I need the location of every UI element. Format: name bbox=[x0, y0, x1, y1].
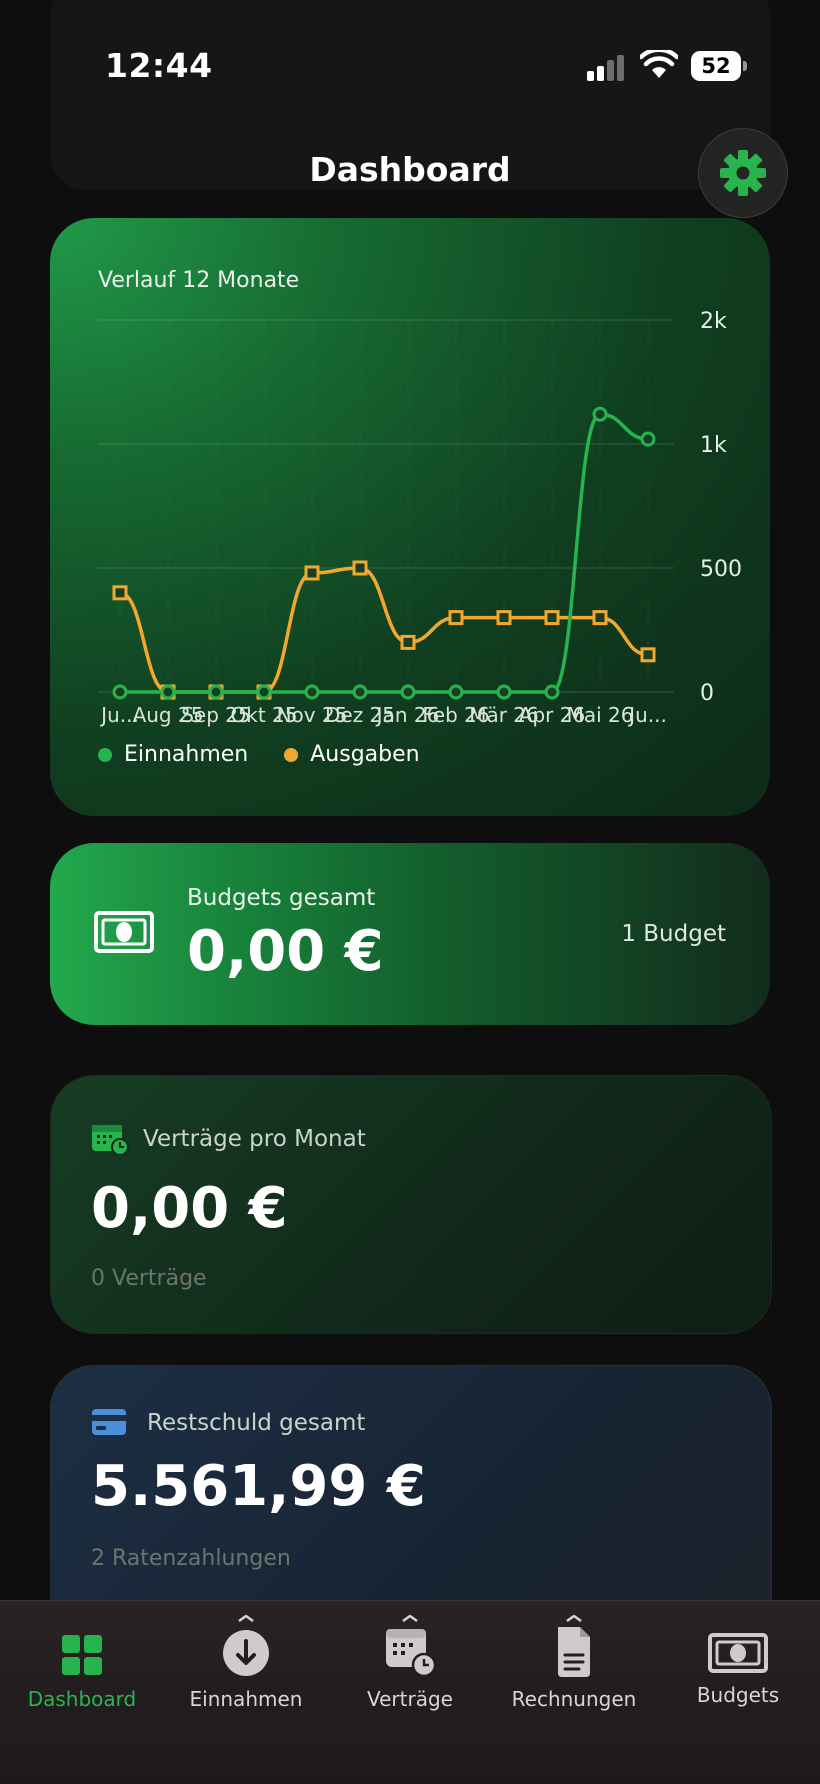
data-point-einnahmen bbox=[112, 684, 128, 700]
status-bar: 12:44 52 bbox=[0, 0, 820, 130]
tab-dashboard[interactable]: Dashboard bbox=[0, 1615, 164, 1711]
data-point-ausgaben bbox=[496, 610, 512, 626]
status-time: 12:44 bbox=[105, 46, 213, 85]
invoice-icon bbox=[558, 1615, 590, 1677]
data-point-ausgaben bbox=[640, 647, 656, 663]
legend-item-expense: Ausgaben bbox=[284, 742, 420, 767]
cellular-signal-icon bbox=[587, 55, 624, 81]
page-title: Dashboard bbox=[309, 150, 511, 189]
debt-value: 5.561,99 € bbox=[91, 1454, 426, 1519]
debt-label: Restschuld gesamt bbox=[147, 1410, 366, 1436]
legend-label-income: Einnahmen bbox=[124, 742, 249, 767]
data-point-einnahmen bbox=[400, 684, 416, 700]
contracts-value: 0,00 € bbox=[91, 1176, 288, 1241]
chart-card: Verlauf 12 Monate 0 500 1k 2k Ju... Aug 25 Sep… bbox=[50, 218, 770, 816]
tab-label-vertraege: Verträge bbox=[367, 1687, 453, 1711]
tab-rechnungen[interactable]: Rechnungen bbox=[492, 1615, 656, 1711]
data-point-einnahmen bbox=[256, 684, 272, 700]
budget-summary-card[interactable]: Budgets gesamt 0,00 € 1 Budget bbox=[50, 843, 770, 1025]
data-point-ausgaben bbox=[592, 610, 608, 626]
budget-count: 1 Budget bbox=[621, 921, 726, 947]
contracts-count: 0 Verträge bbox=[91, 1266, 207, 1291]
tab-label-dashboard: Dashboard bbox=[27, 1687, 137, 1711]
y-tick-label: 1k bbox=[700, 433, 727, 458]
battery-icon: 52 bbox=[691, 51, 747, 81]
y-tick-label: 0 bbox=[700, 681, 714, 706]
series-line-einnahmen bbox=[120, 412, 649, 694]
legend-label-expense: Ausgaben bbox=[310, 742, 420, 767]
x-tick-label: Mai 26 bbox=[567, 703, 634, 727]
history-line-chart: 05001k2kJu...Aug 25Sep 25Okt 25Nov 25Dez… bbox=[98, 309, 742, 727]
data-point-einnahmen bbox=[208, 684, 224, 700]
contracts-summary-card[interactable]: Verträge pro Monat 0,00 € 0 Verträge bbox=[50, 1075, 772, 1334]
data-point-einnahmen bbox=[160, 684, 176, 700]
tab-vertraege[interactable]: Verträge bbox=[328, 1615, 492, 1711]
data-point-einnahmen bbox=[448, 684, 464, 700]
income-icon bbox=[223, 1615, 269, 1676]
bottom-tab-bar: Dashboard Einnahmen Verträge Rechnungen … bbox=[0, 1600, 820, 1784]
data-point-ausgaben bbox=[448, 610, 464, 626]
tab-label-einnahmen: Einnahmen bbox=[189, 1687, 303, 1711]
data-point-ausgaben bbox=[544, 610, 560, 626]
battery-level: 52 bbox=[701, 54, 731, 78]
data-point-ausgaben bbox=[112, 585, 128, 601]
credit-card-icon bbox=[92, 1409, 126, 1435]
y-tick-label: 2k bbox=[700, 309, 727, 334]
data-point-einnahmen bbox=[496, 684, 512, 700]
wifi-icon bbox=[640, 50, 678, 78]
tab-einnahmen[interactable]: Einnahmen bbox=[164, 1615, 328, 1711]
data-point-einnahmen bbox=[304, 684, 320, 700]
debt-installments: 2 Ratenzahlungen bbox=[91, 1546, 291, 1571]
banknote-icon bbox=[94, 911, 154, 953]
contracts-calendar-icon bbox=[386, 1615, 437, 1678]
gear-icon bbox=[720, 150, 766, 196]
data-point-einnahmen bbox=[640, 431, 656, 447]
data-point-ausgaben bbox=[304, 565, 320, 581]
contracts-calendar-icon bbox=[92, 1125, 129, 1155]
tab-label-rechnungen: Rechnungen bbox=[511, 1687, 637, 1711]
data-point-einnahmen bbox=[352, 684, 368, 700]
x-tick-label: Ju... bbox=[627, 703, 667, 727]
tab-label-budgets: Budgets bbox=[696, 1683, 780, 1707]
settings-button[interactable] bbox=[698, 128, 788, 218]
contracts-label: Verträge pro Monat bbox=[143, 1126, 366, 1152]
grid-icon bbox=[62, 1635, 102, 1675]
y-tick-label: 500 bbox=[700, 557, 742, 582]
tab-budgets[interactable]: Budgets bbox=[656, 1615, 820, 1707]
legend-item-income: Einnahmen bbox=[98, 742, 248, 767]
expense-dot-icon bbox=[284, 747, 299, 762]
data-point-einnahmen bbox=[544, 684, 560, 700]
chart-legend: Einnahmen Ausgaben bbox=[98, 742, 456, 767]
banknote-icon bbox=[708, 1633, 768, 1673]
data-point-einnahmen bbox=[592, 406, 608, 422]
income-dot-icon bbox=[98, 747, 112, 762]
budget-label: Budgets gesamt bbox=[187, 885, 376, 911]
budget-value: 0,00 € bbox=[187, 919, 384, 984]
data-point-ausgaben bbox=[400, 634, 416, 650]
data-point-ausgaben bbox=[352, 560, 368, 576]
